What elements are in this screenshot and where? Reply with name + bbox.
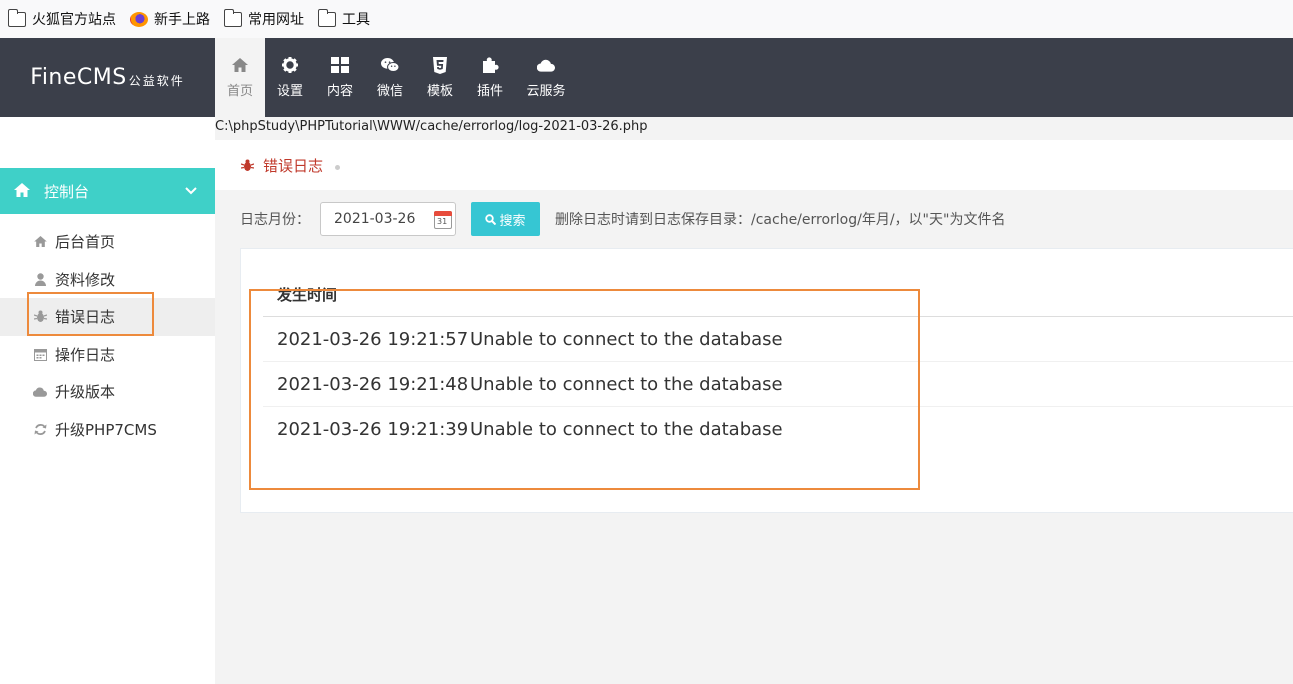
bookmark-official-site[interactable]: 火狐官方站点 <box>7 7 116 31</box>
logo[interactable]: FineCMS 公益软件 <box>0 38 215 117</box>
sidebar-item-label: 操作日志 <box>55 345 116 364</box>
sidebar-item-label: 后台首页 <box>55 233 116 252</box>
page-title[interactable]: 错误日志 <box>263 155 323 176</box>
breadcrumb-separator <box>335 164 341 170</box>
sidebar: 控制台 后台首页 资料修改 错误日志 操作日志 升级版本 升级PHP7CMS <box>0 117 215 684</box>
bookmark-label: 新手上路 <box>154 12 210 28</box>
nav-label: 设置 <box>276 84 303 99</box>
highlight-box-table <box>249 289 920 490</box>
nav-cloud-service[interactable]: 云服务 <box>515 38 577 117</box>
folder-icon <box>223 8 242 27</box>
bookmark-label: 工具 <box>342 12 370 28</box>
nav-settings[interactable]: 设置 <box>265 38 315 117</box>
grid-icon <box>331 56 349 74</box>
delete-hint-text: 删除日志时请到日志保存目录：/cache/errorlog/年月/，以"天"为文… <box>555 212 1006 228</box>
wechat-icon <box>381 56 399 74</box>
log-date-value: 2021-03-26 <box>334 211 416 227</box>
nav-plugins[interactable]: 插件 <box>465 38 515 117</box>
bookmarks-bar: 火狐官方站点 新手上路 常用网址 工具 <box>0 0 1293 38</box>
bug-icon <box>241 158 255 172</box>
home-icon <box>231 56 249 74</box>
bookmark-label: 常用网址 <box>248 12 304 28</box>
nav-template[interactable]: 模板 <box>415 38 465 117</box>
nav-label: 云服务 <box>526 84 566 99</box>
cloud-icon <box>537 56 555 74</box>
nav-label: 微信 <box>376 84 403 99</box>
gear-icon <box>281 56 299 74</box>
home-icon <box>33 235 47 249</box>
calendar-day: 31 <box>437 217 448 226</box>
calendar-icon <box>33 347 47 361</box>
highlight-box-sidebar <box>27 292 154 336</box>
nav-label: 首页 <box>226 84 253 99</box>
nav-content[interactable]: 内容 <box>315 38 365 117</box>
search-button[interactable]: 搜索 <box>471 202 540 236</box>
bookmark-label: 火狐官方站点 <box>32 12 116 28</box>
log-month-label: 日志月份： <box>240 212 310 228</box>
nav-home[interactable]: 首页 <box>215 38 265 117</box>
user-icon <box>33 272 47 286</box>
sidebar-item-label: 资料修改 <box>55 270 116 289</box>
search-icon <box>485 213 497 225</box>
firefox-icon <box>130 11 148 27</box>
debug-path-text: C:\phpStudy\PHPTutorial\WWW/cache/errorl… <box>215 119 648 134</box>
sidebar-item-admin-home[interactable]: 后台首页 <box>0 223 215 261</box>
log-date-input[interactable]: 2021-03-26 31 <box>320 202 456 236</box>
home-icon <box>14 183 30 199</box>
sidebar-item-label: 升级PHP7CMS <box>55 420 157 439</box>
sidebar-item-operation-log[interactable]: 操作日志 <box>0 336 215 374</box>
sidebar-item-upgrade-php7cms[interactable]: 升级PHP7CMS <box>0 411 215 449</box>
bookmark-common-sites[interactable]: 常用网址 <box>223 7 304 31</box>
logo-subtext: 公益软件 <box>128 74 185 88</box>
logo-text: FineCMS <box>30 65 127 90</box>
calendar-icon[interactable]: 31 <box>433 210 452 229</box>
search-button-label: 搜索 <box>499 213 526 229</box>
sidebar-item-label: 升级版本 <box>55 383 116 402</box>
sidebar-section-label: 控制台 <box>44 182 90 201</box>
nav-label: 模板 <box>426 84 453 99</box>
puzzle-icon <box>481 56 499 74</box>
main-nav: 首页 设置 内容 微信 模板 插件 云服务 <box>215 38 577 117</box>
top-header: FineCMS 公益软件 首页 设置 内容 微信 模板 插件 云服务 <box>0 38 1293 117</box>
folder-icon <box>317 8 336 27</box>
bookmark-tools[interactable]: 工具 <box>317 7 370 31</box>
bookmark-getting-started[interactable]: 新手上路 <box>130 7 210 31</box>
nav-wechat[interactable]: 微信 <box>365 38 415 117</box>
filter-bar: 日志月份： 2021-03-26 31 搜索 删除日志时请到日志保存目录：/ca… <box>240 202 1005 236</box>
breadcrumb: 错误日志 <box>215 140 1293 190</box>
html5-icon <box>431 56 449 74</box>
refresh-icon <box>33 422 47 436</box>
chevron-down-icon <box>185 182 197 195</box>
sidebar-section-dashboard[interactable]: 控制台 <box>0 168 215 214</box>
nav-label: 插件 <box>476 84 503 99</box>
folder-icon <box>7 8 26 27</box>
cloud-icon <box>33 385 47 399</box>
sidebar-item-upgrade-version[interactable]: 升级版本 <box>0 373 215 411</box>
nav-label: 内容 <box>326 84 353 99</box>
